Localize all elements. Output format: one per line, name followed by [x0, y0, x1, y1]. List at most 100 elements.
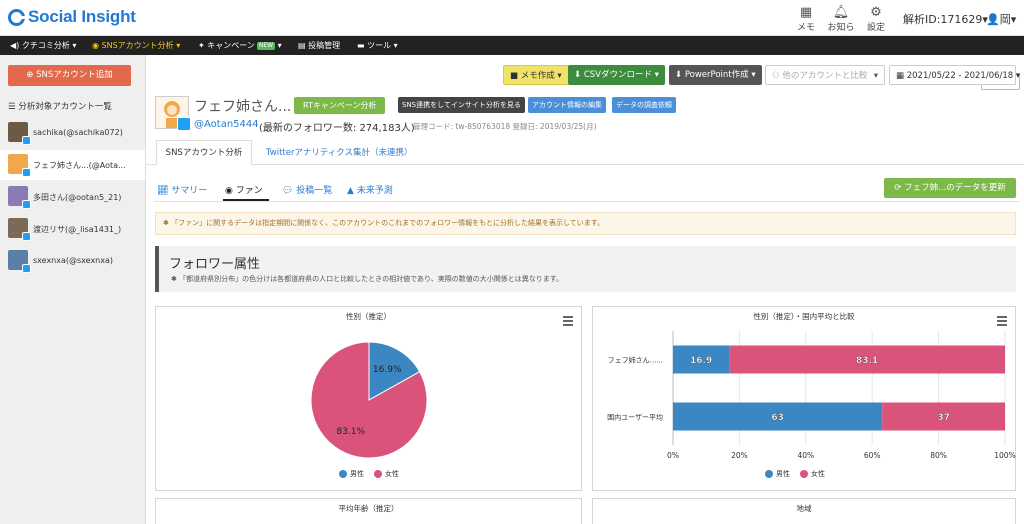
subnav-posts[interactable]: 💬︎ 投稿一覧: [282, 183, 332, 196]
x-tick-label: 80%: [930, 451, 947, 460]
follower-count: (最新のフォロワー数: 274,183人): [259, 123, 415, 134]
subnav-posts-label: 投稿一覧: [296, 186, 333, 196]
powerpoint-label: PowerPoint作成 ▾: [684, 70, 756, 80]
legend-label-male: 男性: [776, 470, 790, 478]
settings-button[interactable]: ⚙ 設定: [861, 5, 891, 33]
bar-data-label: 83.1: [856, 356, 878, 366]
sidebar-account-item-selected[interactable]: フェフ姉さん...(@Aota...: [0, 150, 145, 180]
logo-icon: [8, 8, 26, 26]
legend-label-male: 男性: [350, 470, 364, 478]
download-icon: ⬇: [574, 70, 584, 80]
region-panel: 地域: [592, 498, 1016, 524]
sidebar-account-item[interactable]: 多田さん(@ootan5_21): [0, 182, 145, 212]
legend-label-female: 女性: [385, 470, 399, 478]
nav-post-label: 投稿管理: [308, 41, 341, 50]
memo-icon: ▦: [799, 5, 813, 20]
analysis-id-dropdown[interactable]: 解析ID:171629▾: [903, 11, 988, 27]
sidebar-account-item[interactable]: 渡辺リサ(@_lisa1431_): [0, 214, 145, 244]
x-tick-label: 60%: [864, 451, 881, 460]
logo[interactable]: Social Insight: [8, 7, 136, 27]
average-age-panel: 平均年齢（推定）: [155, 498, 582, 524]
nav-campaign[interactable]: ✦ キャンペーン NEW ▾: [198, 40, 282, 51]
user-circle-icon: ◉: [225, 186, 236, 196]
plus-circle-icon: ⊕: [26, 70, 37, 80]
refresh-data-button[interactable]: ⟳ フェフ姉...のデータを更新: [884, 178, 1016, 198]
avatar: [8, 250, 31, 273]
x-tick-label: 0%: [667, 451, 679, 460]
nav-campaign-caret: ▾: [277, 41, 282, 50]
nav-sns-account[interactable]: ◉ SNSアカウント分析 ▾: [92, 40, 180, 51]
note-icon: ■: [510, 71, 521, 81]
bar-data-label: 37: [937, 413, 950, 423]
compare-accounts-label: 他のアカウントと比較: [782, 71, 868, 81]
subnav-forecast[interactable]: ▲ 未来予測: [347, 183, 393, 196]
account-edit-button[interactable]: アカウント情報の編集: [528, 97, 606, 113]
gender-pie-chart: 16.9% 83.1%: [310, 341, 428, 459]
line-chart-icon: 📈︎: [157, 186, 172, 196]
subnav-active-indicator: [223, 199, 269, 201]
memo-label: メモ: [796, 23, 815, 33]
main-nav: ◀) クチコミ分析 ▾ ◉ SNSアカウント分析 ▾ ✦ キャンペーン NEW ▾…: [0, 36, 1024, 90]
panel-title: 地域: [796, 504, 812, 513]
legend-label-female: 女性: [811, 470, 825, 478]
account-list-title: ☰ 分析対象アカウント一覧: [8, 100, 112, 112]
subnav-fans[interactable]: ◉ ファン: [225, 183, 263, 196]
legend-dot-male: [765, 470, 773, 478]
chart-legend: 男性 女性: [339, 469, 399, 479]
section-note: ✱ 「都道府県別分布」の色分けは各都道府県の人口と比較したときの相対値であり、実…: [171, 274, 563, 284]
account-name: sachika(@sachika072): [33, 128, 123, 137]
profile-handle[interactable]: @Aotan5444: [194, 119, 259, 130]
folder-icon: ▬: [357, 41, 368, 50]
gender-pie-panel: 性別（推定） 16.9% 83.1% 男性 女性: [155, 306, 582, 491]
subnav-summary[interactable]: 📈︎ サマリー: [157, 183, 207, 196]
info-alert-text: 「ファン」に関するデータは指定期間に関係なく、このアカウントのこれまでのフォロワ…: [171, 219, 605, 227]
powerpoint-button[interactable]: ⬇ PowerPoint作成 ▾: [669, 65, 762, 85]
data-request-button[interactable]: データの調査依頼: [612, 97, 676, 113]
nav-post-management[interactable]: ▤ 投稿管理: [298, 40, 340, 51]
twitter-icon: [22, 168, 31, 177]
avatar: [8, 186, 31, 209]
memo-button[interactable]: ▦ メモ: [791, 5, 821, 33]
user-menu[interactable]: 👤岡▾: [986, 11, 1016, 27]
csv-download-label: CSVダウンロード ▾: [583, 70, 659, 80]
subnav-summary-label: サマリー: [171, 186, 208, 196]
twitter-icon: [22, 136, 31, 145]
date-range-picker[interactable]: ▦ 2021/05/22 - 2021/06/18 ▾: [889, 65, 1020, 85]
gender-compare-bar-chart: 0% 20% 40% 60% 80% 100% フェフ姉さん...... 16.9 83.1 国内…: [607, 331, 1016, 460]
nav-kuchikomi[interactable]: ◀) クチコミ分析 ▾: [10, 40, 76, 51]
x-tick-label: 100%: [994, 451, 1015, 460]
rt-campaign-button[interactable]: RTキャンペーン分析: [294, 97, 386, 114]
twitter-icon: [22, 232, 31, 241]
avatar: [8, 218, 31, 241]
legend-dot-male: [339, 470, 347, 478]
memo-create-button[interactable]: ■ メモ作成 ▾: [503, 65, 569, 85]
panel-title: 平均年齢（推定）: [338, 504, 399, 513]
nav-sns-account-label: SNSアカウント分析 ▾: [101, 41, 181, 50]
profile-meta: 管理コード: tw-850763018 登録日: 2019/03/25(月): [413, 122, 597, 131]
nav-tools[interactable]: ▬ ツール ▾: [357, 40, 398, 51]
add-sns-account-button[interactable]: ⊕ SNSアカウント追加: [8, 65, 131, 86]
tab-sns-analysis[interactable]: SNSアカウント分析: [156, 140, 252, 165]
nav-campaign-label: キャンペーン: [207, 41, 255, 50]
speech-bubble-icon: 💬︎: [282, 186, 297, 196]
tab-twitter-analytics[interactable]: Twitterアナリティクス集計（未連携）: [266, 146, 413, 158]
csv-download-button[interactable]: ⬇ CSVダウンロード ▾: [568, 65, 665, 85]
profile-avatar: [155, 96, 191, 131]
sns-link-button[interactable]: SNS連携をしてインサイト分析を見る: [398, 97, 525, 113]
download-icon: ⬇: [675, 70, 685, 80]
x-tick-label: 40%: [797, 451, 814, 460]
x-tick-label: 20%: [731, 451, 748, 460]
sidebar-account-item[interactable]: sxexnxa(@sxexnxa): [0, 246, 145, 276]
calendar-icon: ▦: [896, 71, 907, 81]
top-header: Social Insight ▦ メモ 🔔︎ お知らせ ⚙ 設定 解析ID:17…: [0, 0, 1024, 46]
profile-name: フェフ姉さん...: [194, 99, 292, 115]
bar-data-label: 63: [771, 413, 784, 423]
avatar: [8, 122, 31, 145]
compare-accounts-select[interactable]: ⚇ 他のアカウントと比較 ▾: [765, 65, 885, 85]
twitter-icon: [177, 117, 191, 131]
section-header: フォロワー属性 ✱ 「都道府県別分布」の色分けは各都道府県の人口と比較したときの…: [155, 246, 1016, 292]
y-category-label: フェフ姉さん......: [608, 356, 663, 365]
sidebar-account-item[interactable]: sachika(@sachika072): [0, 118, 145, 148]
bell-icon: 🔔︎: [832, 5, 850, 20]
add-sns-account-label: SNSアカウント追加: [36, 70, 113, 80]
